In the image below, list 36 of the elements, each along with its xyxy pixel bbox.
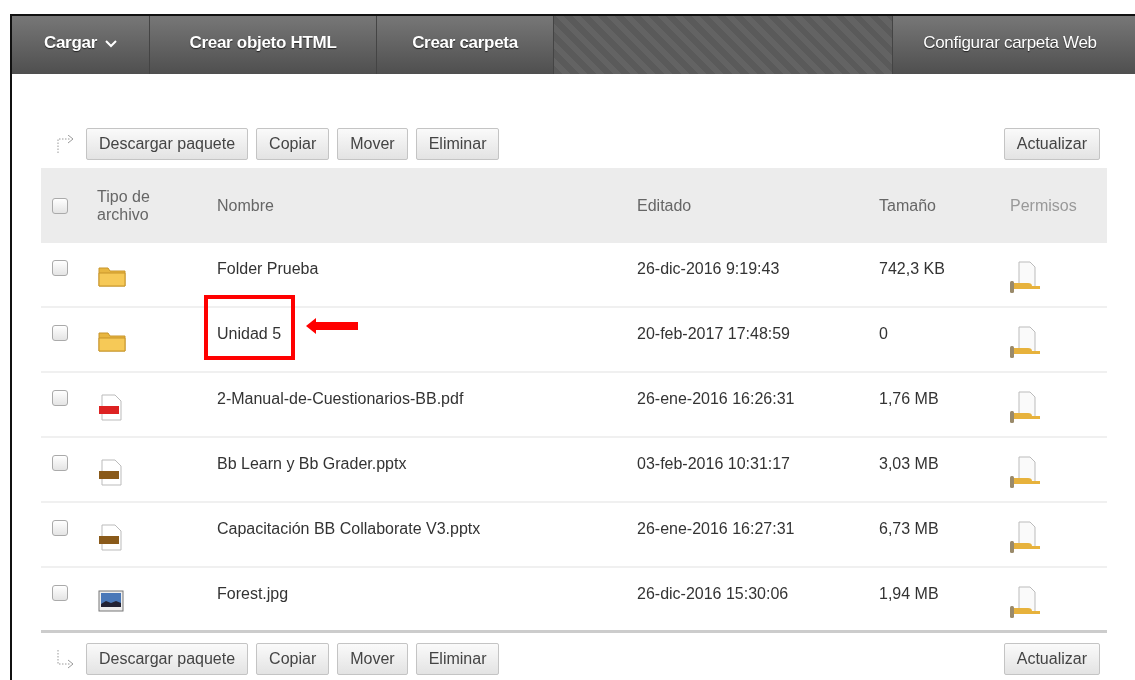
- edited-date: 26-dic-2016 15:30:06: [636, 584, 790, 604]
- file-name-link[interactable]: 2-Manual-de-Cuestionarios-BB.pdf: [217, 390, 464, 407]
- file-name-link[interactable]: Capacitación BB Collaborate V3.pptx: [217, 520, 481, 537]
- toolbar-button[interactable]: Configurar carpeta Web: [893, 16, 1135, 74]
- edited-date: 20-feb-2017 17:48:59: [636, 324, 791, 344]
- column-header[interactable]: Nombre: [204, 196, 624, 215]
- action-button[interactable]: Eliminar: [415, 643, 500, 675]
- upload-menu-button[interactable]: Cargar: [12, 16, 150, 74]
- column-header: Permisos: [1009, 196, 1078, 215]
- file-name-link[interactable]: Bb Learn y Bb Grader.pptx: [217, 455, 407, 472]
- toolbar-button[interactable]: Crear objeto HTML: [150, 16, 377, 74]
- edited-date: 03-feb-2016 10:31:17: [636, 454, 791, 474]
- refresh-button[interactable]: Actualizar: [1003, 643, 1100, 675]
- column-header[interactable]: Editado: [624, 196, 866, 215]
- action-button[interactable]: Descargar paquete: [86, 643, 249, 675]
- action-button[interactable]: Mover: [337, 128, 408, 160]
- file-name-link[interactable]: Unidad 5: [217, 325, 282, 342]
- action-button[interactable]: Copiar: [256, 643, 330, 675]
- column-header[interactable]: Tipo de archivo: [84, 187, 167, 224]
- file-size: 1,76 MB: [878, 389, 940, 409]
- file-size: 1,94 MB: [878, 584, 940, 604]
- column-header[interactable]: Tamaño: [866, 196, 997, 215]
- file-size: 6,73 MB: [878, 519, 940, 539]
- file-name-link[interactable]: Forest.jpg: [217, 585, 289, 602]
- action-button[interactable]: Descargar paquete: [86, 128, 249, 160]
- file-size: 3,03 MB: [878, 454, 940, 474]
- refresh-button[interactable]: Actualizar: [1003, 128, 1100, 160]
- edited-date: 26-ene-2016 16:26:31: [636, 389, 796, 409]
- action-button[interactable]: Copiar: [256, 128, 330, 160]
- edited-date: 26-dic-2016 9:19:43: [636, 259, 781, 279]
- file-size: 0: [878, 324, 889, 344]
- edited-date: 26-ene-2016 16:27:31: [636, 519, 796, 539]
- action-button[interactable]: Eliminar: [415, 128, 500, 160]
- file-name-link[interactable]: Folder Prueba: [217, 260, 319, 277]
- file-size: 742,3 KB: [878, 259, 946, 279]
- action-button[interactable]: Mover: [337, 643, 408, 675]
